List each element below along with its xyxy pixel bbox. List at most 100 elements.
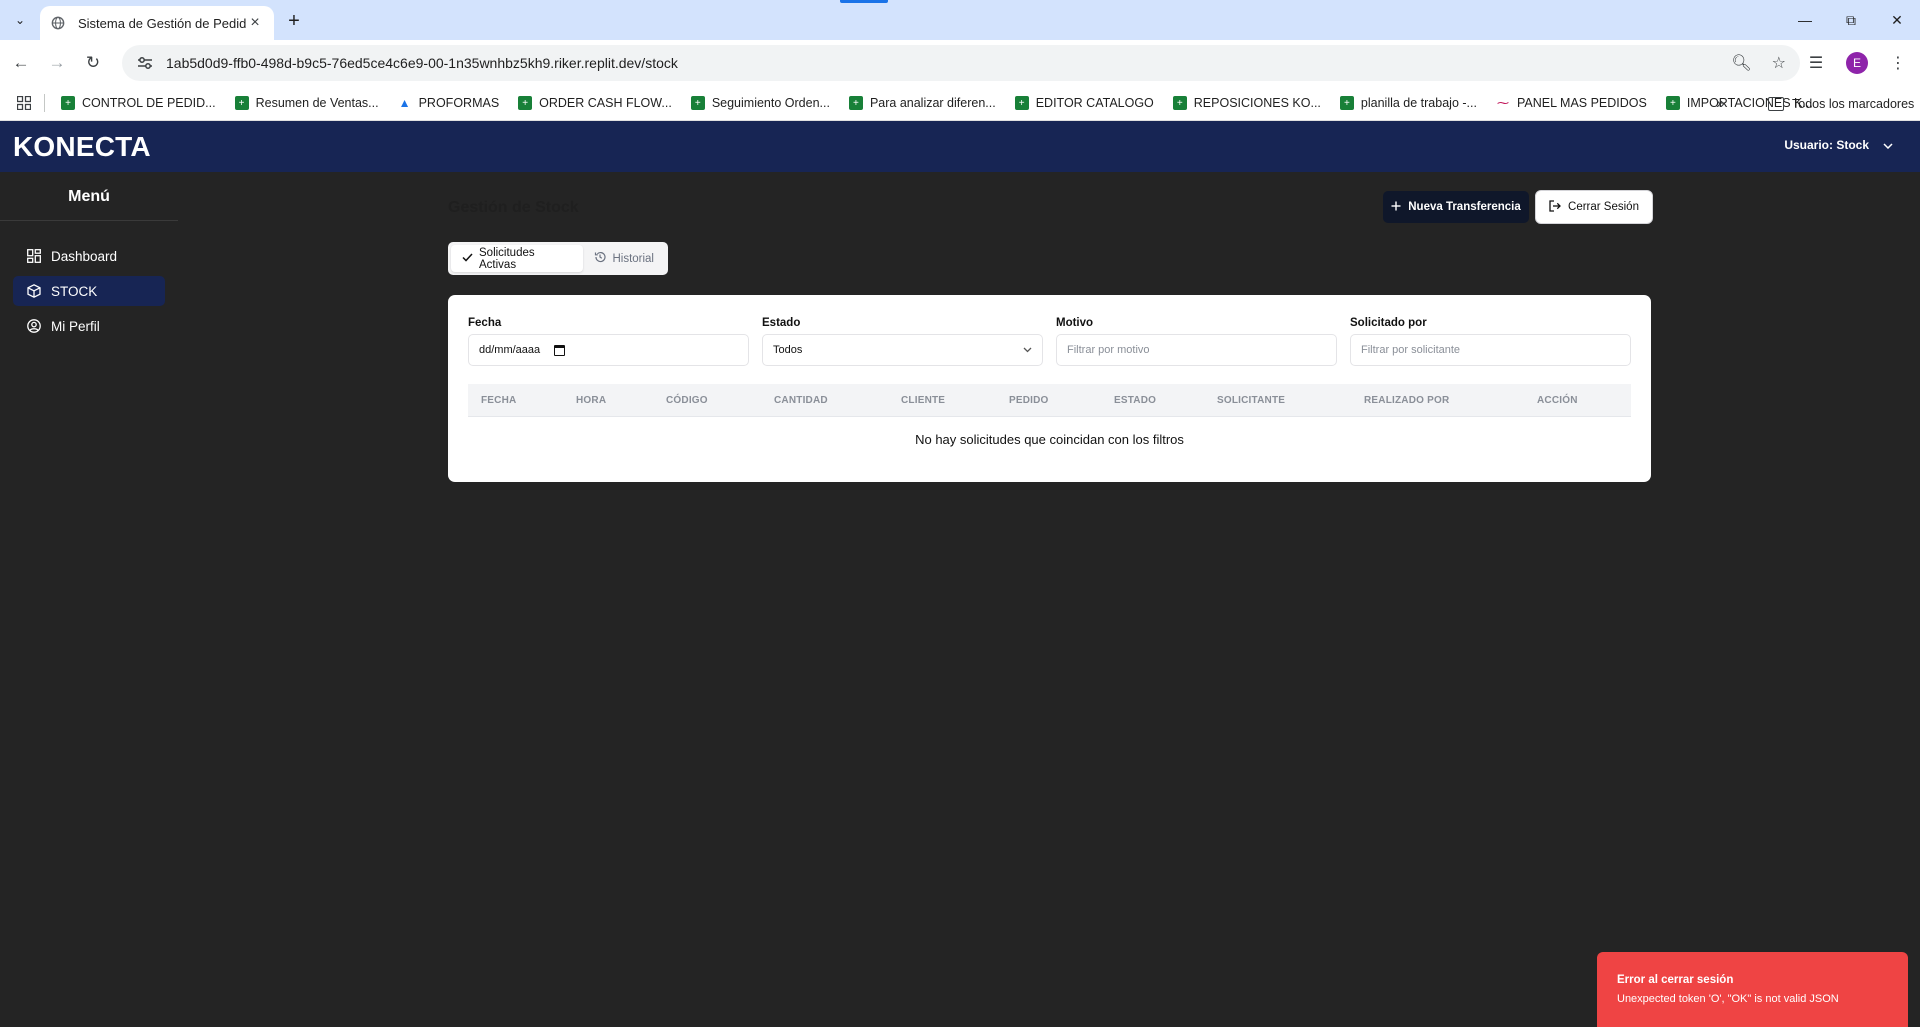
browser-tab-active[interactable]: Sistema de Gestión de Pedidos ×	[40, 6, 274, 40]
tab-title: Sistema de Gestión de Pedidos	[78, 15, 246, 31]
bookmark-item[interactable]: + planilla de trabajo -...	[1334, 89, 1483, 117]
tab-historial[interactable]: Historial	[583, 245, 665, 272]
window-controls: — ⧉ ✕	[1782, 0, 1920, 40]
plus-icon	[1391, 201, 1401, 214]
column-header: CÓDIGO	[666, 395, 708, 406]
column-header: HORA	[576, 395, 607, 406]
sheets-icon: +	[848, 96, 863, 110]
all-bookmarks-folder[interactable]: Todos los marcadores	[1768, 86, 1914, 121]
bookmark-item[interactable]: ▲ PROFORMAS	[392, 89, 506, 117]
filter-label: Estado	[762, 317, 801, 329]
check-icon	[462, 252, 473, 265]
column-header: FECHA	[481, 395, 517, 406]
sheets-icon: +	[690, 96, 705, 110]
error-toast[interactable]: Error al cerrar sesión Unexpected token …	[1597, 952, 1908, 1027]
bookmark-star-icon[interactable]: ☆	[1772, 53, 1786, 73]
sheets-icon: +	[234, 96, 249, 110]
history-icon	[594, 251, 607, 266]
filter-label: Fecha	[468, 317, 502, 329]
bookmark-item[interactable]: + Para analizar diferen...	[843, 89, 1002, 117]
sheets-icon: +	[1665, 96, 1680, 110]
sheets-icon: +	[1172, 96, 1187, 110]
logout-button[interactable]: Cerrar Sesión	[1535, 190, 1653, 224]
sidebar-item-dashboard[interactable]: Dashboard	[13, 241, 165, 271]
column-header: PEDIDO	[1009, 395, 1049, 406]
solicitante-input[interactable]: Filtrar por solicitante	[1350, 334, 1631, 366]
bookmarks-separator	[44, 94, 45, 112]
site-info-icon[interactable]	[134, 52, 156, 74]
motivo-input[interactable]: Filtrar por motivo	[1056, 334, 1337, 366]
calendar-icon[interactable]	[554, 344, 566, 356]
profile-avatar[interactable]: E	[1846, 52, 1868, 74]
panel-icon: ⁓	[1496, 96, 1509, 110]
bookmarks-overflow-icon[interactable]: »	[1716, 86, 1725, 121]
filter-solicitado-por: Solicitado por Filtrar por solicitante	[1350, 317, 1631, 366]
filter-motivo: Motivo Filtrar por motivo	[1056, 317, 1337, 366]
reload-icon[interactable]: ↻	[78, 48, 108, 78]
logout-label: Cerrar Sesión	[1568, 201, 1639, 213]
column-header: CANTIDAD	[774, 395, 828, 406]
sheets-icon: +	[1339, 96, 1354, 110]
filter-label: Motivo	[1056, 317, 1094, 329]
bookmark-item[interactable]: + CONTROL DE PEDID...	[55, 89, 222, 117]
apps-grid-icon[interactable]	[14, 93, 34, 113]
more-menu-icon[interactable]: ⋮	[1886, 48, 1910, 78]
tab-close-icon[interactable]: ×	[246, 14, 264, 32]
column-header: SOLICITANTE	[1217, 395, 1286, 406]
chevron-down-icon	[1883, 138, 1893, 152]
user-menu[interactable]: Usuario: Stock	[1784, 138, 1893, 152]
sheets-icon: +	[1014, 96, 1029, 110]
column-header: ACCIÓN	[1537, 395, 1578, 406]
url-text: 1ab5d0d9-ffb0-498d-b9c5-76ed5ce4c6e9-00-…	[166, 55, 678, 71]
app-header: KONECTA Usuario: Stock	[0, 121, 1920, 172]
close-window-icon[interactable]: ✕	[1874, 0, 1920, 40]
toast-title: Error al cerrar sesión	[1617, 974, 1734, 986]
chevron-down-icon	[1023, 345, 1032, 356]
filter-label: Solicitado por	[1350, 317, 1427, 329]
date-input[interactable]: dd/mm/aaaa	[468, 334, 749, 366]
browser-toolbar: ← → ↻ 1ab5d0d9-ffb0-498d-b9c5-76ed5ce4c6…	[0, 40, 1920, 86]
estado-select[interactable]: Todos	[762, 334, 1043, 366]
new-tab-plus-icon[interactable]: +	[282, 9, 306, 33]
new-transfer-label: Nueva Transferencia	[1408, 201, 1521, 213]
folder-icon	[1768, 96, 1784, 111]
sheets-icon: +	[61, 96, 75, 110]
bookmark-item[interactable]: + REPOSICIONES KO...	[1167, 89, 1327, 117]
user-circle-icon	[26, 319, 41, 334]
back-arrow-icon[interactable]: ←	[6, 48, 36, 78]
sidebar-item-stock[interactable]: STOCK	[13, 276, 165, 306]
requests-card: Fecha dd/mm/aaaa Estado Todos Motivo Fil…	[448, 295, 1651, 482]
filter-fecha: Fecha dd/mm/aaaa	[468, 317, 749, 366]
bookmark-item[interactable]: + EDITOR CATALOGO	[1009, 89, 1160, 117]
address-bar[interactable]: 1ab5d0d9-ffb0-498d-b9c5-76ed5ce4c6e9-00-…	[122, 45, 1800, 81]
requests-tabs: Solicitudes Activas Historial	[448, 242, 668, 275]
dashboard-icon	[26, 249, 41, 264]
minimize-icon[interactable]: —	[1782, 0, 1828, 40]
box-icon	[26, 284, 41, 299]
user-label: Usuario: Stock	[1784, 138, 1869, 152]
table-header: FECHA HORA CÓDIGO CANTIDAD CLIENTE PEDID…	[468, 384, 1631, 417]
column-header: ESTADO	[1114, 395, 1157, 406]
logout-icon	[1549, 199, 1561, 215]
sidebar-item-mi-perfil[interactable]: Mi Perfil	[13, 311, 165, 341]
sidebar-item-label: Mi Perfil	[51, 318, 100, 334]
media-controls-icon[interactable]: ☰	[1804, 48, 1828, 78]
brand-logo: KONECTA	[13, 131, 151, 162]
globe-icon	[50, 15, 66, 31]
column-header: REALIZADO POR	[1364, 395, 1450, 406]
zoom-icon[interactable]: 🔍︎	[1731, 53, 1751, 73]
bookmark-item[interactable]: + Seguimiento Orden...	[685, 89, 836, 117]
drive-icon: ▲	[398, 96, 411, 110]
page-title: Gestión de Stock	[448, 199, 579, 216]
tabstrip-indicator	[840, 0, 888, 3]
tab-search-chevron-icon[interactable]: ⌄	[8, 9, 32, 31]
tab-solicitudes-activas[interactable]: Solicitudes Activas	[451, 245, 584, 272]
filter-estado: Estado Todos	[762, 317, 1043, 366]
forward-arrow-icon[interactable]: →	[42, 48, 72, 78]
bookmark-item[interactable]: + Resumen de Ventas...	[229, 89, 385, 117]
sheets-icon: +	[518, 96, 533, 110]
restore-icon[interactable]: ⧉	[1828, 0, 1874, 40]
bookmark-item[interactable]: + ORDER CASH FLOW...	[512, 89, 678, 117]
bookmark-item[interactable]: ⁓ PANEL MAS PEDIDOS	[1490, 89, 1653, 117]
new-transfer-button[interactable]: Nueva Transferencia	[1383, 191, 1529, 223]
